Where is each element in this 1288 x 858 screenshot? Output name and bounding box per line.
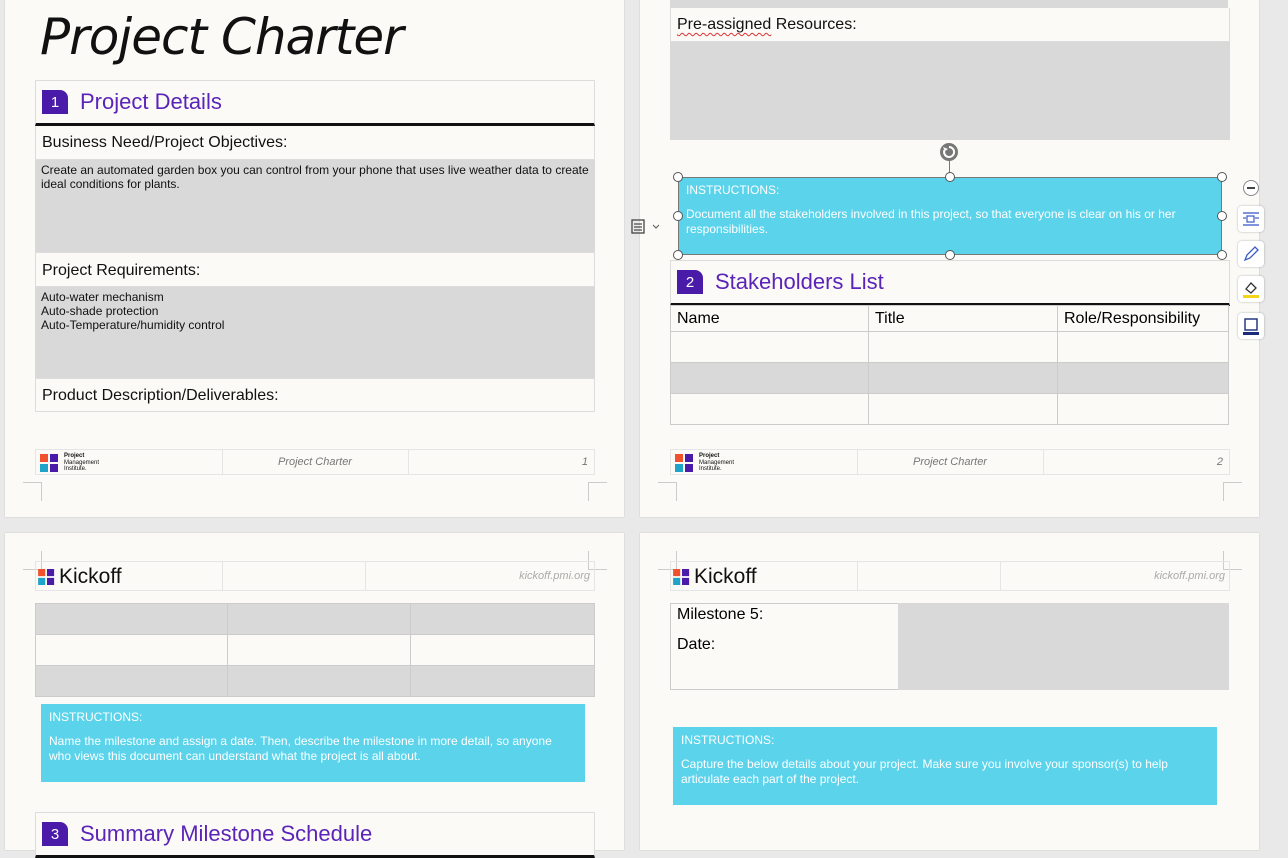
requirement-item: Auto-shade protection <box>41 304 159 318</box>
pmi-logo: Project Management Institute. <box>675 453 745 473</box>
shape-outline-icon <box>1243 318 1259 335</box>
page-footer: Project Management Institute. Project Ch… <box>670 449 1230 475</box>
deliverables-label: Product Description/Deliverables: <box>35 378 595 412</box>
previous-field-tail <box>670 0 1228 8</box>
crop-mark <box>658 482 677 501</box>
milestone-label: Milestone 5: <box>677 606 764 623</box>
table-row[interactable] <box>670 393 1229 425</box>
crop-mark <box>23 482 42 501</box>
selection-outline <box>678 177 1222 255</box>
resize-handle-se[interactable] <box>1217 250 1227 260</box>
instructions-text: Capture the below details about your pro… <box>681 757 1168 786</box>
instructions-box[interactable]: INSTRUCTIONS: Name the milestone and ass… <box>41 704 585 782</box>
document-page-3: Kickoff kickoff.pmi.org INSTRUCTIONS: Na… <box>5 533 624 858</box>
header-url: kickoff.pmi.org <box>1154 570 1225 582</box>
footer-page-number: 1 <box>581 456 588 468</box>
document-page-2: Pre-assigned Resources: INSTRUCTIONS: Do… <box>640 0 1259 517</box>
page-header: Kickoff kickoff.pmi.org <box>670 561 1230 591</box>
resize-handle-w[interactable] <box>673 211 683 221</box>
footer-doc-name: Project Charter <box>857 450 1044 474</box>
resize-handle-n[interactable] <box>945 172 955 182</box>
footer-page-number: 2 <box>1216 456 1223 468</box>
document-title: Project Charter <box>40 8 404 66</box>
wrap-text-button[interactable] <box>1238 206 1264 232</box>
table-row[interactable] <box>670 362 1229 394</box>
section-header-project-details: 1 Project Details <box>35 80 595 126</box>
pmi-mark-icon <box>675 454 693 472</box>
shape-outline-button[interactable] <box>1238 313 1264 339</box>
section-header-stakeholders: 2 Stakeholders List <box>670 260 1230 306</box>
requirement-item: Auto-Temperature/humidity control <box>41 318 225 332</box>
section-title: Summary Milestone Schedule <box>80 821 373 846</box>
crop-mark <box>1223 482 1242 501</box>
table-row[interactable] <box>35 665 595 697</box>
resize-handle-sw[interactable] <box>673 250 683 260</box>
section-number-badge: 1 <box>42 90 68 114</box>
resources-label: Pre-assigned Resources: <box>670 8 1230 42</box>
requirement-item: Auto-water mechanism <box>41 290 164 304</box>
pmi-mark-icon <box>38 569 55 585</box>
date-label: Date: <box>677 636 716 653</box>
column-header: Role/Responsibility <box>1057 305 1229 332</box>
section-title: Project Details <box>80 89 222 114</box>
table-row[interactable] <box>35 603 595 635</box>
document-page-1: Project Charter 1 Project Details Busine… <box>5 0 624 517</box>
resize-handle-s[interactable] <box>945 250 955 260</box>
requirements-label: Project Requirements: <box>35 252 595 287</box>
requirements-field[interactable]: Auto-water mechanism Auto-shade protecti… <box>35 287 595 378</box>
pen-icon <box>1243 246 1259 262</box>
business-need-field[interactable]: Create an automated garden box you can c… <box>35 160 595 252</box>
pmi-logo: Project Management Institute. <box>40 453 110 473</box>
kickoff-logo: Kickoff <box>694 565 757 588</box>
kickoff-logo: Kickoff <box>59 565 122 588</box>
pmi-mark-icon <box>40 454 58 472</box>
fill-icon <box>1243 282 1259 298</box>
resize-handle-e[interactable] <box>1217 211 1227 221</box>
pmi-mark-icon <box>673 569 690 585</box>
page-header: Kickoff kickoff.pmi.org <box>35 561 595 591</box>
fill-button[interactable] <box>1238 276 1264 302</box>
table-row[interactable] <box>670 331 1229 363</box>
wrap-text-icon <box>1243 212 1259 226</box>
instructions-heading: INSTRUCTIONS: <box>49 710 143 724</box>
table-header-row: Name Title Role/Responsibility <box>670 305 1229 332</box>
section-number-badge: 3 <box>42 822 68 846</box>
section-title: Stakeholders List <box>715 269 884 294</box>
milestone-table <box>35 603 595 697</box>
section-header-milestone-schedule: 3 Summary Milestone Schedule <box>35 812 595 858</box>
layout-options-button[interactable] <box>626 215 664 239</box>
instructions-box[interactable]: INSTRUCTIONS: Capture the below details … <box>673 727 1217 805</box>
milestone-5-cell[interactable]: Milestone 5: Date: <box>670 603 899 690</box>
table-row[interactable] <box>35 634 595 666</box>
rotate-icon[interactable] <box>940 143 958 161</box>
instructions-text: Name the milestone and assign a date. Th… <box>49 734 552 763</box>
instructions-heading: INSTRUCTIONS: <box>681 733 775 747</box>
layout-options-icon <box>631 219 660 234</box>
resize-handle-nw[interactable] <box>673 172 683 182</box>
document-page-4: Kickoff kickoff.pmi.org Milestone 5: Dat… <box>640 533 1259 850</box>
footer-doc-name: Project Charter <box>222 450 409 474</box>
business-need-label: Business Need/Project Objectives: <box>35 126 595 160</box>
stakeholders-table: Name Title Role/Responsibility <box>670 305 1229 425</box>
pen-button[interactable] <box>1238 241 1264 267</box>
column-header: Title <box>868 305 1058 332</box>
crop-mark <box>588 482 607 501</box>
resize-handle-ne[interactable] <box>1217 172 1227 182</box>
header-url: kickoff.pmi.org <box>519 570 590 582</box>
column-header: Name <box>670 305 869 332</box>
zoom-out-icon[interactable] <box>1243 180 1259 196</box>
section-number-badge: 2 <box>677 270 703 294</box>
resources-field[interactable] <box>670 42 1230 140</box>
milestone-5-description-field[interactable] <box>898 603 1229 690</box>
page-footer: Project Management Institute. Project Ch… <box>35 449 595 475</box>
